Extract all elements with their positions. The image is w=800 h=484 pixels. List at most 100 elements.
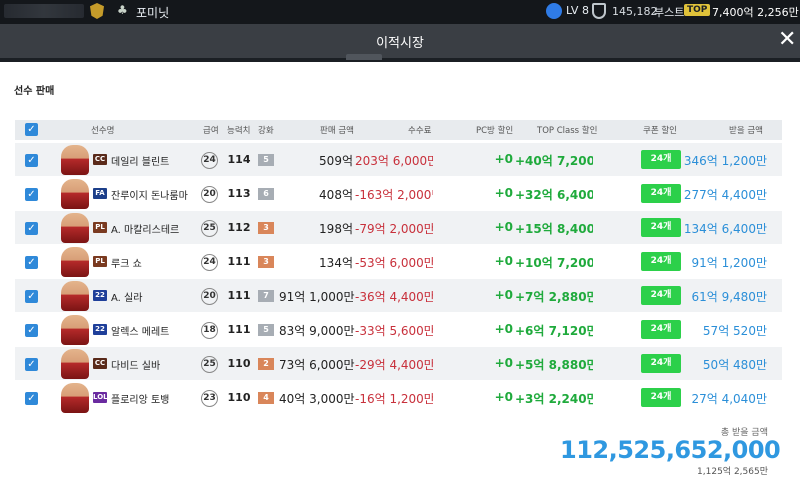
fee-value: -16억 1,200만 (355, 392, 433, 406)
player-avatar (61, 281, 89, 311)
enhance-badge: 6 (258, 188, 274, 200)
table-row[interactable]: ✓ CC 데일리 블린트 24 114 5 509억 203억 6,000만 +0 +40억 7,… (15, 142, 782, 176)
club-crest-icon (90, 3, 104, 19)
money-value: 7,400억 2,256만 (712, 6, 799, 19)
sale-price: 509억 (319, 154, 353, 168)
window-title: 이적시장 (376, 36, 424, 51)
row-checkbox[interactable]: ✓ (25, 222, 38, 235)
topclass-discount-value: +6억 7,120만 (515, 324, 593, 338)
ovr-value: 112 (227, 221, 251, 234)
drag-handle (346, 54, 382, 60)
table-row[interactable]: ✓ LOL 플로리앙 토뱅 23 110 4 40억 3,000만 -16억 1,200만 +0… (15, 380, 782, 414)
player-name: A. 실라 (111, 293, 143, 304)
topclass-discount-value: +15억 8,400만 (515, 222, 593, 236)
col-coupon-discount: 쿠폰 할인 (643, 126, 677, 136)
player-name: 루크 쇼 (111, 259, 142, 270)
topclass-discount-value: +3억 2,240만 (515, 392, 593, 406)
fee-value: -36억 4,400만 (355, 290, 433, 304)
row-checkbox[interactable]: ✓ (25, 188, 38, 201)
row-checkbox[interactable]: ✓ (25, 290, 38, 303)
fee-value: -33억 5,600만 (355, 324, 433, 338)
topclass-discount-value: +5억 8,880만 (515, 358, 593, 372)
salary-badge: 18 (201, 322, 218, 339)
receive-value: 134억 6,400만 (683, 222, 767, 236)
table-row[interactable]: ✓ 22 알렉스 메레트 18 111 5 83억 9,000만 -33억 5,600만 +0 +… (15, 312, 782, 346)
topclass-discount-value: +40억 7,200만 (515, 154, 593, 168)
col-receive: 받을 금액 (729, 126, 763, 136)
topclass-discount-value: +7억 2,880만 (515, 290, 593, 304)
pc-discount-value: +0 (494, 186, 513, 200)
table-header: ✓ 선수명 급여 능력치 강화 판매 금액 수수료 PC방 할인 TOP Cla… (15, 120, 782, 140)
sale-price: 134억 (319, 256, 353, 270)
col-pc-discount: PC방 할인 (476, 126, 514, 136)
table-row[interactable]: ✓ 22 A. 실라 20 111 7 91억 1,000만 -36억 4,400만 +0 +7억… (15, 278, 782, 312)
pc-discount-value: +0 (494, 254, 513, 268)
col-price: 판매 금액 (320, 126, 354, 136)
player-avatar (61, 383, 89, 413)
season-badge: 22 (93, 324, 107, 335)
boost-label[interactable]: 부스트 (654, 4, 684, 20)
salary-badge: 20 (201, 186, 218, 203)
ovr-value: 113 (227, 187, 251, 200)
salary-badge: 25 (201, 220, 218, 237)
select-all-checkbox[interactable]: ✓ (25, 123, 38, 136)
ovr-value: 114 (227, 153, 251, 166)
ovr-value: 111 (227, 323, 251, 336)
enhance-badge: 5 (258, 154, 274, 166)
section-title: 선수 판매 (14, 86, 55, 97)
enhance-badge: 5 (258, 324, 274, 336)
fee-value: -79억 2,000만 (355, 222, 433, 236)
total-sub-value: 1,125억 2,565만 (697, 467, 768, 477)
season-badge: FA (93, 188, 107, 199)
row-checkbox[interactable]: ✓ (25, 324, 38, 337)
row-checkbox[interactable]: ✓ (25, 256, 38, 269)
player-name: 플로리앙 토뱅 (111, 395, 170, 406)
salary-badge: 25 (201, 356, 218, 373)
enhance-badge: 4 (258, 392, 274, 404)
enhance-badge: 2 (258, 358, 274, 370)
table-row[interactable]: ✓ CC 다비드 실바 25 110 2 73억 6,000만 -29억 4,400만 +0 +5… (15, 346, 782, 380)
table-row[interactable]: ✓ FA 잔루이지 돈나룸마 20 113 6 408억-163억 2,000만 +0+32억… (15, 176, 782, 210)
table-row[interactable]: ✓ PL 루크 쇼 24 111 3 134억 -53억 6,000만 +0 +10억 7,200… (15, 244, 782, 278)
receive-value: 346억 1,200만 (683, 154, 767, 168)
level-icon (546, 3, 562, 19)
player-avatar (61, 315, 89, 345)
sale-price: 91억 1,000만 (279, 290, 355, 304)
table-row[interactable]: ✓ PL A. 마칼리스테르 25 112 3 198억 -79억 2,000만 +0 +15억 … (15, 210, 782, 244)
player-table: ✓ CC 데일리 블린트 24 114 5 509억 203억 6,000만 +0 +40억 7,… (15, 142, 782, 414)
salary-badge: 24 (201, 254, 218, 271)
topclass-discount-value: +10억 7,200만 (515, 256, 593, 270)
ovr-value: 111 (227, 255, 251, 268)
enhance-badge: 3 (258, 256, 274, 268)
row-checkbox[interactable]: ✓ (25, 392, 38, 405)
salary-badge: 24 (201, 152, 218, 169)
level-text: LV 8 (566, 4, 589, 17)
fee-value: -53억 6,000만 (355, 256, 433, 270)
row-checkbox[interactable]: ✓ (25, 358, 38, 371)
pc-discount-value: +0 (494, 152, 513, 166)
fee-value: 203억 6,000만 (355, 154, 433, 168)
season-badge: CC (93, 358, 107, 369)
salary-badge: 20 (201, 288, 218, 305)
close-icon[interactable]: ✕ (778, 29, 796, 51)
salary-badge: 23 (201, 390, 218, 407)
sale-price: 83억 9,000만 (279, 324, 355, 338)
season-badge: PL (93, 222, 107, 233)
player-name: 다비드 실바 (111, 361, 161, 372)
col-name: 선수명 (91, 126, 115, 136)
col-topclass-discount: TOP Class 할인 (537, 126, 598, 136)
total-value: 112,525,652,000 (560, 436, 781, 464)
pc-discount-value: +0 (494, 390, 513, 404)
season-badge: LOL (93, 392, 108, 403)
sale-price: 73억 6,000만 (279, 358, 355, 372)
col-fee: 수수료 (408, 126, 432, 136)
receive-value: 91억 1,200만 (691, 256, 767, 270)
player-avatar (61, 247, 89, 277)
receive-value: 277억 4,400만 (683, 188, 767, 202)
receive-value: 27억 4,040만 (691, 392, 767, 406)
player-name: 알렉스 메레트 (111, 327, 170, 338)
col-salary: 급여 (203, 126, 219, 136)
kit-icon: ♣ (117, 3, 128, 17)
player-avatar (61, 213, 89, 243)
row-checkbox[interactable]: ✓ (25, 154, 38, 167)
